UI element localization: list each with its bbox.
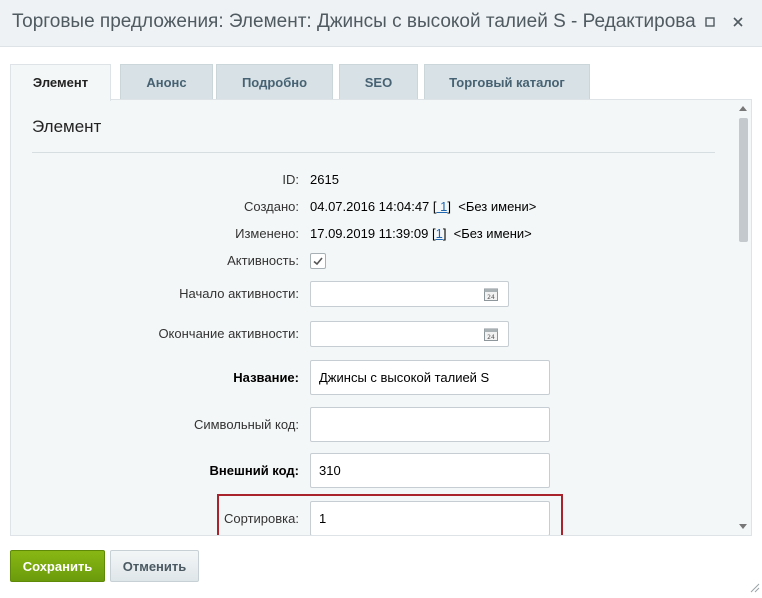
svg-text:24: 24 xyxy=(487,294,495,301)
tab-details[interactable]: Подробно xyxy=(216,64,333,99)
created-label: Создано: xyxy=(244,199,299,214)
section-title: Элемент xyxy=(32,117,102,136)
id-value: 2615 xyxy=(310,172,339,187)
tab-seo[interactable]: SEO xyxy=(339,64,418,99)
sort-input[interactable] xyxy=(310,501,550,535)
modified-datetime: 17.09.2019 11:39:09 xyxy=(310,226,429,241)
active-to-label: Окончание активности: xyxy=(158,326,299,341)
created-datetime: 04.07.2016 14:04:47 xyxy=(310,199,430,214)
close-icon[interactable] xyxy=(730,14,746,30)
vertical-scrollbar[interactable] xyxy=(735,100,751,535)
maximize-icon[interactable] xyxy=(702,14,718,30)
tab-trade-catalog[interactable]: Торговый каталог xyxy=(424,64,590,99)
calendar-icon[interactable]: 24 xyxy=(484,287,498,301)
external-code-label: Внешний код: xyxy=(209,463,299,478)
tab-announce[interactable]: Анонс xyxy=(120,64,213,99)
created-value: 04.07.2016 14:04:47 [ 1] <Без имени> xyxy=(310,199,536,214)
active-from-input[interactable]: 24 xyxy=(310,281,509,307)
created-user-name: <Без имени> xyxy=(458,199,537,214)
name-input[interactable] xyxy=(310,360,550,395)
active-checkbox[interactable] xyxy=(310,253,326,269)
id-label: ID: xyxy=(282,172,299,187)
name-label: Название: xyxy=(233,370,299,385)
code-input[interactable] xyxy=(310,407,550,442)
modified-label: Изменено: xyxy=(235,226,299,241)
checkmark-icon xyxy=(313,257,323,266)
scroll-thumb[interactable] xyxy=(739,118,748,242)
external-code-input[interactable] xyxy=(310,453,550,488)
scroll-up-arrow-icon[interactable] xyxy=(739,106,747,111)
created-bracket-close: ] xyxy=(447,199,451,214)
modified-user-name: <Без имени> xyxy=(453,226,532,241)
resize-grip-icon[interactable] xyxy=(748,580,760,593)
svg-text:24: 24 xyxy=(487,334,495,341)
modified-value: 17.09.2019 11:39:09 [1] <Без имени> xyxy=(310,226,532,241)
dialog-titlebar: Торговые предложения: Элемент: Джинсы с … xyxy=(0,0,762,47)
sort-label: Сортировка: xyxy=(224,511,299,526)
modified-bracket-close: ] xyxy=(442,226,447,241)
code-label: Символьный код: xyxy=(193,417,299,432)
active-label: Активность: xyxy=(227,253,299,268)
tab-element[interactable]: Элемент xyxy=(10,64,111,101)
active-to-input[interactable]: 24 xyxy=(310,321,509,347)
form-panel: Элемент ID: 2615 Создано: 04.07.2016 14:… xyxy=(10,99,752,536)
cancel-button[interactable]: Отменить xyxy=(110,550,199,582)
dialog-title: Торговые предложения: Элемент: Джинсы с … xyxy=(12,11,696,32)
save-button[interactable]: Сохранить xyxy=(10,550,105,582)
active-from-label: Начало активности: xyxy=(179,286,299,301)
section-divider xyxy=(32,152,715,153)
created-user-link[interactable]: 1 xyxy=(437,199,447,214)
modified-user-link[interactable]: 1 xyxy=(436,226,443,241)
scroll-down-arrow-icon[interactable] xyxy=(739,524,747,529)
calendar-icon[interactable]: 24 xyxy=(484,327,498,341)
